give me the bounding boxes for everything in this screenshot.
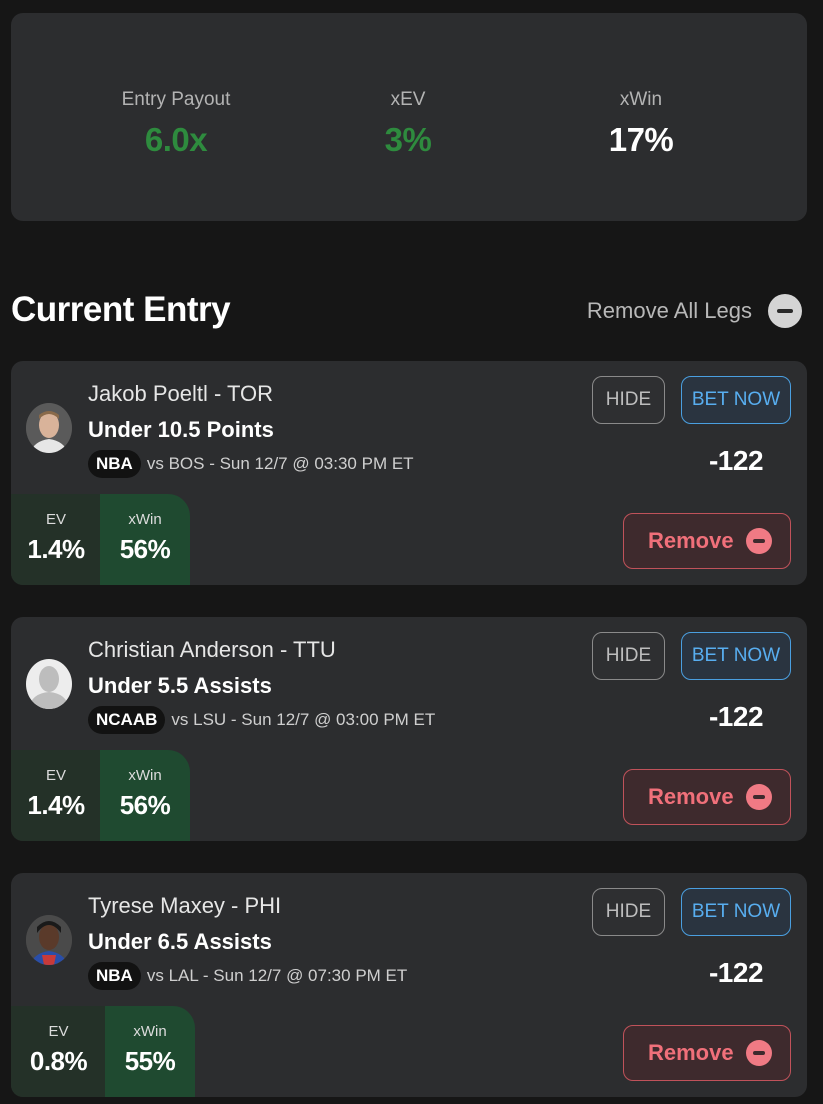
ev-label: EV (48, 1023, 69, 1040)
xev-value: 3% (384, 121, 432, 158)
player-name: Christian Anderson - TTU (88, 637, 336, 662)
xwin-box-value: 55% (124, 1046, 176, 1076)
odds-value: -122 (708, 445, 764, 476)
entry-payout-value: 6.0x (144, 121, 208, 158)
entry-summary-panel: Entry Payout 6.0x xEV 3% xWin 17% (11, 13, 807, 221)
player-avatar (26, 403, 72, 453)
game-info: NBA vs BOS - Sun 12/7 @ 03:30 PM ET (88, 450, 414, 478)
entry-payout-stat: Entry Payout 6.0x (76, 89, 276, 159)
section-title: Current Entry (11, 290, 231, 329)
player-avatar (26, 659, 72, 709)
bet-now-button[interactable]: BET NOW (681, 888, 791, 936)
league-badge: NCAAB (88, 706, 166, 734)
prop-line: Under 5.5 Assists (88, 673, 272, 698)
minus-circle-icon (746, 528, 772, 554)
xwin-box-label: xWin (133, 1023, 167, 1040)
remove-leg-button[interactable]: Remove (623, 1025, 791, 1081)
hide-button[interactable]: HIDE (592, 376, 665, 424)
game-info: NBA vs LAL - Sun 12/7 @ 07:30 PM ET (88, 962, 407, 990)
bet-now-button[interactable]: BET NOW (681, 376, 791, 424)
matchup-text: vs LAL - Sun 12/7 @ 07:30 PM ET (146, 966, 408, 985)
xwin-box-label: xWin (128, 767, 162, 784)
player-photo-icon (26, 403, 72, 453)
ev-value: 1.4% (27, 534, 85, 564)
xwin-label: xWin (619, 89, 663, 110)
xwin-stat: xWin 17% (541, 89, 741, 159)
odds-value: -122 (708, 701, 764, 732)
current-entry-header: Current Entry Remove All Legs (11, 290, 807, 334)
bet-now-button[interactable]: BET NOW (681, 632, 791, 680)
remove-label: Remove (648, 784, 734, 809)
league-badge: NBA (88, 450, 141, 478)
minus-circle-icon (746, 784, 772, 810)
prop-line: Under 6.5 Assists (88, 929, 272, 954)
player-avatar (26, 915, 72, 965)
remove-leg-button[interactable]: Remove (623, 513, 791, 569)
ev-value: 1.4% (27, 790, 85, 820)
placeholder-avatar-icon (26, 659, 72, 709)
leg-card: Tyrese Maxey - PHI Under 6.5 Assists NBA… (11, 873, 807, 1097)
xwin-box: xWin 56% (100, 494, 190, 585)
ev-value: 0.8% (29, 1046, 88, 1076)
leg-card: Jakob Poeltl - TOR Under 10.5 Points NBA… (11, 361, 807, 585)
xwin-value: 17% (608, 121, 674, 158)
prop-line: Under 10.5 Points (88, 417, 274, 442)
ev-box: EV 1.4% (11, 494, 101, 585)
remove-label: Remove (648, 1040, 734, 1065)
minus-circle-icon (768, 294, 802, 328)
remove-all-legs-label: Remove All Legs (586, 298, 752, 323)
matchup-text: vs LSU - Sun 12/7 @ 03:00 PM ET (171, 710, 436, 729)
xwin-box-label: xWin (128, 511, 162, 528)
ev-label: EV (45, 511, 66, 528)
ev-box: EV 1.4% (11, 750, 101, 841)
remove-leg-button[interactable]: Remove (623, 769, 791, 825)
odds-value: -122 (708, 957, 764, 988)
hide-button[interactable]: HIDE (592, 888, 665, 936)
xev-label: xEV (390, 89, 426, 110)
hide-button[interactable]: HIDE (592, 632, 665, 680)
minus-circle-icon (746, 1040, 772, 1066)
game-info: NCAAB vs LSU - Sun 12/7 @ 03:00 PM ET (88, 706, 435, 734)
leg-card: Christian Anderson - TTU Under 5.5 Assis… (11, 617, 807, 841)
xwin-box-value: 56% (119, 534, 171, 564)
player-name: Tyrese Maxey - PHI (88, 893, 282, 918)
matchup-text: vs BOS - Sun 12/7 @ 03:30 PM ET (146, 454, 414, 473)
ev-label: EV (45, 767, 66, 784)
xwin-box-value: 56% (119, 790, 171, 820)
xwin-box: xWin 56% (100, 750, 190, 841)
player-name: Jakob Poeltl - TOR (88, 381, 274, 406)
xev-stat: xEV 3% (308, 89, 508, 159)
xwin-box: xWin 55% (105, 1006, 195, 1097)
league-badge: NBA (88, 962, 141, 990)
entry-payout-label: Entry Payout (121, 89, 231, 110)
remove-label: Remove (648, 528, 734, 553)
player-photo-icon (26, 915, 72, 965)
remove-all-legs-button[interactable]: Remove All Legs (587, 294, 802, 328)
ev-box: EV 0.8% (11, 1006, 106, 1097)
